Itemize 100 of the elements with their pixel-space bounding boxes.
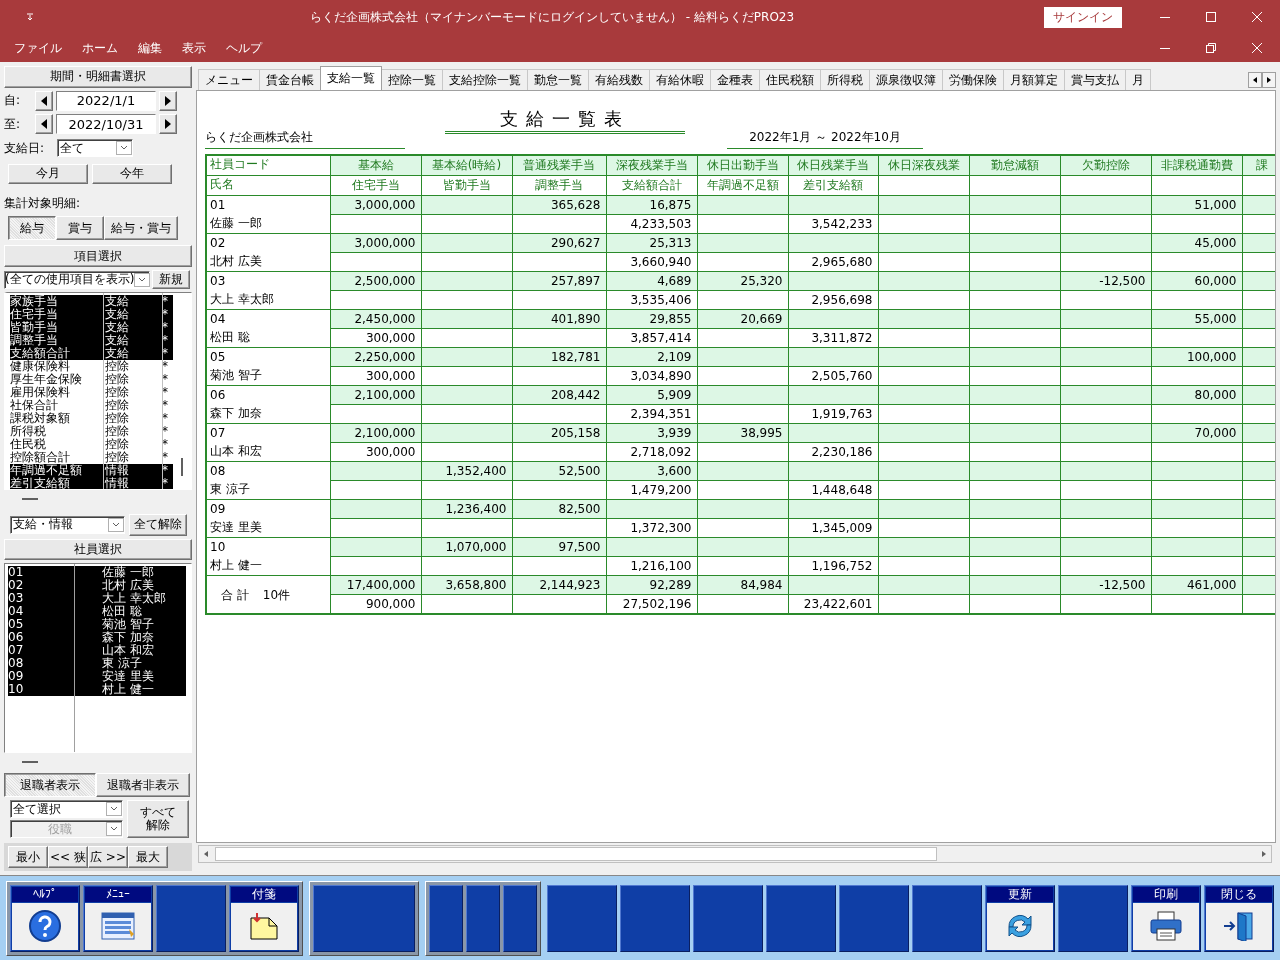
item-list-row[interactable]: 家族手当 支給 * <box>10 295 173 309</box>
clear-all-button[interactable]: すべて解除 <box>127 800 189 839</box>
tab[interactable]: 支給一覧 <box>320 66 382 90</box>
employee-code: 01 <box>210 197 227 214</box>
toolbar-slot[interactable] <box>156 884 226 952</box>
section-header-button[interactable]: 社員選択 <box>4 538 192 561</box>
tab[interactable]: メニュー <box>198 69 260 90</box>
toolbar-button[interactable]: ﾍﾙﾌﾟ <box>10 884 80 952</box>
employee-list-row[interactable]: 03 大上 幸太郎 <box>8 592 186 606</box>
toolbar-slot[interactable] <box>503 884 537 952</box>
chevron-down-icon <box>106 822 122 837</box>
employee-list-row[interactable]: 05 菊池 智子 <box>8 618 186 632</box>
item-list-row[interactable]: 控除額合計 控除 * <box>10 451 173 465</box>
item-list-row[interactable]: 課税対象額 控除 * <box>10 412 173 426</box>
employee-list-row[interactable]: 07 山本 和宏 <box>8 644 186 658</box>
close-icon[interactable] <box>1252 43 1262 53</box>
period-button[interactable]: 今月 <box>8 163 88 184</box>
table-cell: 4,233,503 <box>606 214 697 234</box>
target-toggle[interactable]: 給与 <box>8 216 56 241</box>
item-list-row[interactable]: 所得税 控除 * <box>10 425 173 439</box>
retired-toggle[interactable]: 退職者表示 <box>4 773 96 798</box>
toolbar-slot[interactable] <box>693 884 763 952</box>
scroll-left-icon[interactable] <box>1248 72 1262 88</box>
category-dropdown[interactable]: 支給・情報 <box>10 515 125 534</box>
target-toggle[interactable]: 給与・賞与 <box>104 216 178 241</box>
toolbar-button[interactable]: ﾒﾆｭｰ <box>83 884 153 952</box>
toolbar-button[interactable]: 印刷 <box>1131 884 1201 952</box>
field-label: 自: <box>4 92 22 110</box>
toolbar-slot[interactable] <box>839 884 909 952</box>
menu-item[interactable]: ヘルプ <box>216 39 272 57</box>
menu-item[interactable]: 表示 <box>172 39 216 57</box>
quick-access-icon[interactable] <box>25 12 35 22</box>
menu-item[interactable]: ホーム <box>72 39 128 57</box>
section-header-button[interactable]: 期間・明細書選択 <box>4 66 192 88</box>
item-list-row[interactable]: 雇用保険料 控除 * <box>10 386 173 400</box>
item-list-row[interactable]: 住民税 控除 * <box>10 438 173 452</box>
toolbar-slot[interactable] <box>429 884 463 952</box>
retired-toggle[interactable]: 退職者非表示 <box>96 773 190 798</box>
chevron-down-icon <box>106 802 122 817</box>
toolbar-button[interactable]: 更新 <box>985 884 1055 952</box>
close-icon[interactable] <box>1252 12 1262 22</box>
item-list-row[interactable]: 差引支給額 情報 * <box>10 477 173 490</box>
toolbar-slot[interactable] <box>313 884 415 952</box>
employee-list-row[interactable]: 06 森下 加奈 <box>8 631 186 645</box>
item-list-row[interactable]: 年調過不足額 情報 * <box>10 464 173 478</box>
splitter-handle-icon[interactable] <box>22 498 38 500</box>
employee-list-row[interactable]: 08 東 涼子 <box>8 657 186 671</box>
menu-item[interactable]: ファイル <box>4 39 72 57</box>
item-list-row[interactable]: 健康保険料 控除 * <box>10 360 173 374</box>
toolbar-slot[interactable] <box>547 884 617 952</box>
section-header-button[interactable]: 項目選択 <box>4 245 192 268</box>
width-button[interactable]: 最小 <box>8 846 48 869</box>
new-button[interactable]: 新規 <box>152 270 190 290</box>
item-list-row[interactable]: 調整手当 支給 * <box>10 334 173 348</box>
splitter-handle-icon[interactable] <box>22 760 38 763</box>
column-header: 勤怠減額 <box>969 155 1060 176</box>
table-cell: 1,216,100 <box>606 556 697 576</box>
employee-list-row[interactable]: 01 佐藤 一郎 <box>8 566 186 580</box>
toolbar-slot[interactable] <box>912 884 982 952</box>
menu-item[interactable]: 編集 <box>128 39 172 57</box>
pay-day-dropdown[interactable]: 全て <box>57 139 133 158</box>
toolbar-slot[interactable] <box>766 884 836 952</box>
item-list-row[interactable]: 住宅手当 支給 * <box>10 308 173 322</box>
previous-date-button[interactable] <box>35 90 53 111</box>
restore-icon[interactable] <box>1206 43 1216 53</box>
toolbar-slot[interactable] <box>620 884 690 952</box>
item-list-row[interactable]: 支給額合計 支給 * <box>10 347 173 361</box>
toolbar-button[interactable]: 付箋 <box>229 884 299 952</box>
tab[interactable]: 月 <box>1125 69 1151 90</box>
item-list-row[interactable]: 皆勤手当 支給 * <box>10 321 173 335</box>
employee-list-row[interactable]: 10 村上 健一 <box>8 683 186 697</box>
table-cell: 2,965,680 <box>788 252 878 272</box>
date-field[interactable]: 2022/1/1 <box>56 90 156 111</box>
selection-dropdown[interactable]: 全て選択 <box>10 800 123 819</box>
clear-button[interactable]: 全て解除 <box>129 513 187 536</box>
scrollbar[interactable] <box>181 458 183 477</box>
width-button[interactable]: << 狭 <box>48 846 88 869</box>
sign-in-button[interactable]: サインイン <box>1044 6 1122 28</box>
previous-date-button[interactable] <box>35 114 53 135</box>
item-list-row[interactable]: 社保合計 控除 * <box>10 399 173 413</box>
toolbar-button[interactable]: 閉じる <box>1204 884 1274 952</box>
total-label: 合 計 <box>221 586 249 604</box>
toolbar-slot[interactable] <box>466 884 500 952</box>
period-button[interactable]: 今年 <box>92 163 172 184</box>
width-button[interactable]: 広 >> <box>88 846 128 869</box>
employee-list-row[interactable]: 02 北村 広美 <box>8 579 186 593</box>
next-date-button[interactable] <box>159 90 177 111</box>
employee-list-row[interactable]: 04 松田 聡 <box>8 605 186 619</box>
date-field[interactable]: 2022/10/31 <box>56 114 156 135</box>
scroll-right-icon[interactable] <box>1262 72 1276 88</box>
toolbar-slot[interactable] <box>1058 884 1128 952</box>
employee-list-row[interactable]: 09 安達 里美 <box>8 670 186 684</box>
width-button[interactable]: 最大 <box>128 846 168 869</box>
maximize-icon[interactable] <box>1206 12 1216 22</box>
table-cell: 3,311,872 <box>788 328 878 348</box>
next-date-button[interactable] <box>159 114 177 135</box>
target-toggle[interactable]: 賞与 <box>56 216 104 241</box>
employee-name: 松田 聡 <box>210 329 251 346</box>
item-list-row[interactable]: 厚生年金保険 控除 * <box>10 373 173 387</box>
item-filter-dropdown[interactable]: (全ての使用項目を表示) <box>4 270 150 289</box>
